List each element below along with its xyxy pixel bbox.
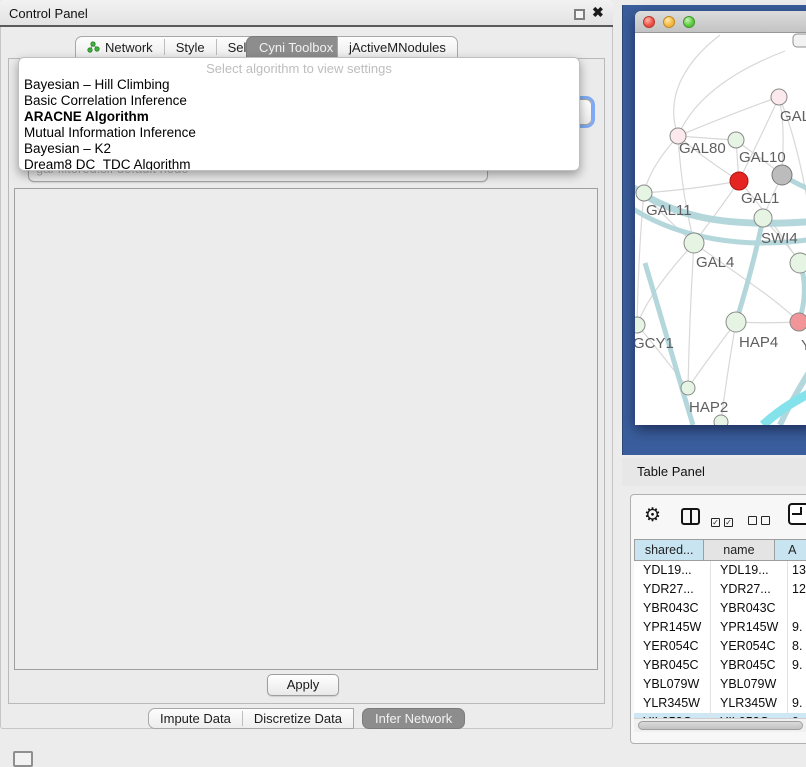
table-panel-card: ⚙ ✓✓ shared... name A YDL19... YDL19... … [630,494,806,744]
table-horizontal-scrollbar-thumb[interactable] [638,721,803,730]
table-row[interactable]: YPR145W YPR145W 9. [634,618,806,637]
tab-network[interactable]: Network [76,37,164,57]
popup-item-aracne[interactable]: ARACNE Algorithm [19,109,579,125]
table-row[interactable]: YDR27... YDR27... 12 [634,580,806,599]
node-gal7[interactable] [771,89,787,105]
popup-item-mutual-information[interactable]: Mutual Information Inference [19,125,579,141]
network-view-frame: GAL80 GAL10 GAL1 GAL11 SWI4 GAL4 GAL GCY… [622,5,806,455]
tab-impute-data[interactable]: Impute Data [149,709,242,728]
network-icon [87,41,100,53]
panel-title: Control Panel [9,6,88,21]
node-hap2[interactable] [681,381,695,395]
popup-item-basic-correlation[interactable]: Basic Correlation Inference [19,93,579,109]
label-gcy1: GCY1 [635,335,674,352]
close-traffic-light[interactable] [643,16,655,28]
node-gcy1[interactable] [635,317,645,333]
label-gal10: GAL10 [739,149,786,166]
node-hap4[interactable] [726,312,746,332]
dock-panel-icon[interactable] [13,751,33,767]
canvas-corner-widget[interactable] [793,34,806,47]
column-header-partial[interactable]: A [775,539,806,561]
label-hap2: HAP2 [689,399,728,416]
column-header-name[interactable]: name [704,539,774,561]
label-hap4: HAP4 [739,334,778,351]
popup-hint: Select algorithm to view settings [19,61,579,77]
table-body: YDL19... YDL19... 13 YDR27... YDR27... 1… [634,561,806,718]
node-gal10[interactable] [728,132,744,148]
column-layout-icon[interactable] [681,508,700,525]
table-row[interactable]: YBR045C YBR045C 9. [634,656,806,675]
tab-group-right: jActiveMNodules [337,36,458,58]
tab-discretize-data[interactable]: Discretize Data [243,709,353,728]
network-window: GAL80 GAL10 GAL1 GAL11 SWI4 GAL4 GAL GCY… [635,11,806,425]
tab-cyni-toolbox-label: Cyni Toolbox [259,40,333,55]
label-gal11: GAL11 [646,202,692,219]
table-row[interactable]: YBL079W YBL079W [634,675,806,694]
apply-button[interactable]: Apply [267,674,339,696]
table-panel-titlebar: Table Panel [622,458,806,486]
node-gal1[interactable] [730,172,748,190]
label-gal80: GAL80 [679,140,726,157]
network-window-titlebar[interactable] [635,11,806,33]
column-header-shared-name[interactable]: shared... [634,539,704,561]
deselect-all-checkboxes-icon[interactable] [748,513,774,528]
node-bottom-green[interactable] [714,415,728,425]
label-gal4: GAL4 [696,254,734,271]
bottom-tab-group: Impute Data Discretize Data [148,708,354,729]
tab-jactivemnodules[interactable]: jActiveMNodules [338,37,457,57]
select-all-checkboxes-icon[interactable]: ✓✓ [711,513,737,528]
table-row[interactable]: YBR043C YBR043C [634,599,806,618]
tab-impute-data-label: Impute Data [160,711,231,726]
node-salmon[interactable] [790,313,806,331]
float-window-icon[interactable] [574,9,585,20]
node-right-green[interactable] [790,253,806,273]
table-row[interactable]: YER054C YER054C 8. [634,637,806,656]
tab-network-label: Network [105,40,153,55]
popup-item-dream8[interactable]: Dream8 DC_TDC Algorithm [19,157,579,171]
cyni-settings-scrollpane [14,188,598,670]
tab-infer-network-label: Infer Network [375,711,452,726]
table-row[interactable]: YLR345W YLR345W 9. [634,694,806,713]
tab-cyni-toolbox[interactable]: Cyni Toolbox [246,36,346,58]
tab-style-label: Style [176,40,205,55]
network-graph: GAL80 GAL10 GAL1 GAL11 SWI4 GAL4 GAL GCY… [635,33,806,425]
node-gray[interactable] [772,165,792,185]
algorithm-popup-list: Select algorithm to view settings Bayesi… [18,57,580,171]
popup-item-bayesian-hill[interactable]: Bayesian – Hill Climbing [19,77,579,93]
table-row[interactable]: YDL19... YDL19... 13 [634,561,806,580]
table-view-icon[interactable] [788,503,806,525]
tab-jactivemnodules-label: jActiveMNodules [349,40,446,55]
popup-item-bayesian-k2[interactable]: Bayesian – K2 [19,141,579,157]
table-panel-title: Table Panel [637,464,705,479]
close-icon[interactable]: ✖ [592,4,604,21]
zoom-traffic-light[interactable] [683,16,695,28]
table-settings-gear-icon[interactable]: ⚙ [644,504,661,527]
control-panel-titlebar: Control Panel ✖ [0,0,613,27]
node-labels: GAL80 GAL10 GAL1 GAL11 SWI4 GAL4 GAL GCY… [635,108,806,416]
node-gal11[interactable] [636,185,652,201]
network-canvas[interactable]: GAL80 GAL10 GAL1 GAL11 SWI4 GAL4 GAL GCY… [635,33,806,425]
table-horizontal-scrollbar[interactable] [634,718,806,732]
minimize-traffic-light[interactable] [663,16,675,28]
node-gal4[interactable] [684,233,704,253]
label-gal-partial: GAL [780,108,806,125]
tab-style[interactable]: Style [165,37,216,57]
label-gal1: GAL1 [741,190,779,207]
label-y-partial: Y [801,337,806,354]
node-swi4[interactable] [754,209,772,227]
label-swi4: SWI4 [761,230,798,247]
tab-discretize-data-label: Discretize Data [254,711,342,726]
tab-infer-network[interactable]: Infer Network [362,708,465,729]
table-header: shared... name A [634,539,806,561]
